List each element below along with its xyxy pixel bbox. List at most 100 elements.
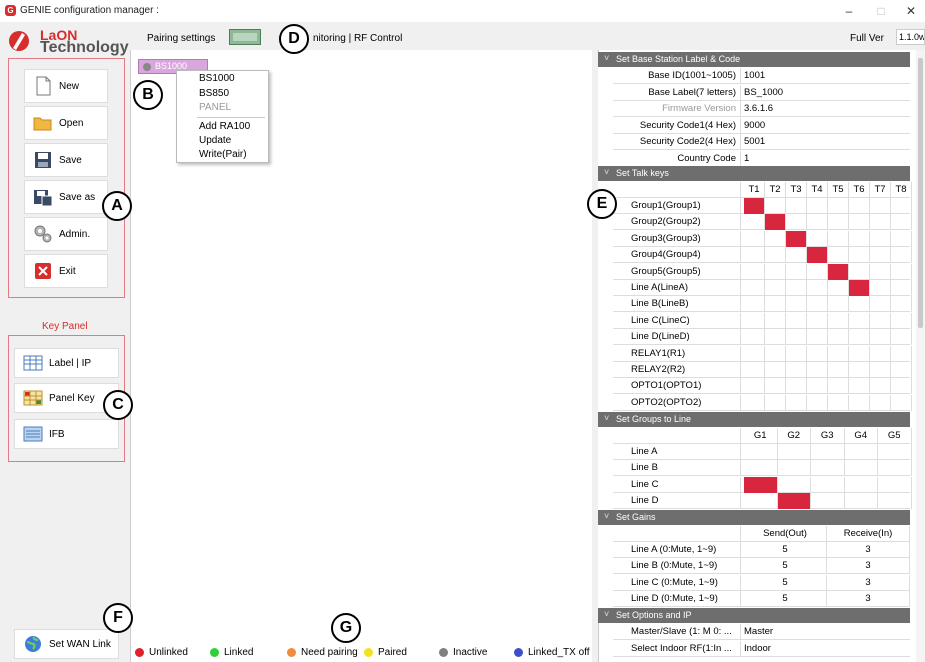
label-ip-button[interactable]: Label | IP — [14, 348, 119, 378]
talk-key-cell[interactable] — [870, 345, 891, 362]
maximize-button[interactable]: □ — [868, 3, 894, 19]
talk-key-cell[interactable] — [786, 362, 807, 378]
talk-key-cell[interactable] — [765, 263, 786, 280]
talk-key-cell[interactable] — [849, 312, 870, 329]
base-row-value[interactable]: 1 — [744, 151, 749, 167]
talk-key-cell[interactable] — [891, 312, 912, 329]
talk-key-cell[interactable] — [870, 214, 891, 231]
talk-key-cell[interactable] — [849, 345, 870, 362]
group-cell[interactable] — [811, 493, 845, 510]
talk-key-cell[interactable] — [828, 198, 849, 214]
talk-key-cell[interactable] — [870, 198, 891, 214]
talk-key-cell[interactable] — [765, 394, 786, 411]
talk-key-cell[interactable] — [870, 263, 891, 280]
talk-key-cell[interactable] — [870, 378, 891, 395]
talk-key-cell[interactable] — [891, 198, 912, 214]
talk-key-cell[interactable] — [849, 362, 870, 378]
talk-key-cell[interactable] — [744, 394, 765, 411]
talk-key-cell[interactable] — [765, 247, 786, 264]
talk-key-cell[interactable] — [828, 296, 849, 313]
talk-key-cell[interactable] — [807, 263, 828, 280]
talk-key-cell[interactable] — [849, 378, 870, 395]
group-cell[interactable] — [744, 460, 778, 477]
section-gains[interactable]: Set Gains — [598, 509, 910, 525]
talk-key-cell[interactable] — [891, 247, 912, 264]
set-wan-link-button[interactable]: Set WAN Link — [14, 629, 119, 659]
save-button[interactable]: Save — [24, 143, 108, 177]
admin-button[interactable]: Admin. — [24, 217, 108, 251]
talk-key-cell[interactable] — [744, 263, 765, 280]
talk-key-cell[interactable] — [744, 214, 765, 231]
gain-receive-value[interactable]: 3 — [827, 574, 910, 591]
section-base-station[interactable]: Set Base Station Label & Code — [598, 51, 910, 67]
talk-key-cell[interactable] — [807, 378, 828, 395]
talk-key-cell[interactable] — [807, 362, 828, 378]
menu-item-bs1000[interactable]: BS1000 — [199, 73, 235, 84]
group-cell[interactable] — [878, 493, 912, 510]
talk-key-cell[interactable] — [807, 280, 828, 296]
ifb-button[interactable]: IFB — [14, 419, 119, 449]
talk-key-cell[interactable] — [786, 214, 807, 231]
group-cell[interactable] — [778, 476, 811, 493]
talk-key-cell[interactable] — [891, 230, 912, 247]
talk-key-cell[interactable] — [744, 230, 765, 247]
talk-key-cell[interactable] — [849, 329, 870, 346]
talk-key-cell[interactable] — [828, 378, 849, 395]
new-button[interactable]: New — [24, 69, 108, 103]
group-cell[interactable] — [878, 444, 912, 460]
version-field[interactable]: 1.1.0w — [896, 29, 925, 45]
section-talk-keys[interactable]: Set Talk keys — [598, 165, 910, 181]
talk-key-cell[interactable] — [786, 312, 807, 329]
group-cell[interactable] — [744, 493, 778, 510]
gain-receive-value[interactable]: 3 — [827, 542, 910, 558]
gain-receive-value[interactable]: 3 — [827, 591, 910, 608]
talk-key-cell[interactable] — [786, 263, 807, 280]
talk-key-cell[interactable] — [744, 345, 765, 362]
base-row-value[interactable]: 9000 — [744, 118, 765, 134]
group-cell[interactable] — [811, 444, 845, 460]
talk-key-cell[interactable] — [786, 198, 807, 214]
talk-key-cell[interactable] — [849, 230, 870, 247]
talk-key-cell[interactable] — [765, 345, 786, 362]
talk-key-cell[interactable] — [870, 247, 891, 264]
group-cell[interactable] — [845, 460, 878, 477]
talk-key-cell[interactable] — [786, 378, 807, 395]
talk-key-cell[interactable] — [870, 362, 891, 378]
group-cell[interactable] — [777, 493, 811, 510]
exit-button[interactable]: Exit — [24, 254, 108, 288]
talk-key-cell[interactable] — [870, 296, 891, 313]
talk-key-cell[interactable] — [765, 296, 786, 313]
talk-key-cell[interactable] — [786, 345, 807, 362]
talk-key-cell[interactable] — [891, 362, 912, 378]
group-cell[interactable] — [845, 476, 878, 493]
talk-key-cell[interactable] — [786, 329, 807, 346]
talk-key-cell[interactable] — [765, 198, 786, 214]
menu-item-bs850[interactable]: BS850 — [199, 88, 229, 99]
save-as-button[interactable]: Save as — [24, 180, 108, 214]
talk-key-cell[interactable] — [849, 296, 870, 313]
talk-key-cell[interactable] — [828, 280, 849, 296]
talk-key-cell[interactable] — [891, 378, 912, 395]
talk-key-cell[interactable] — [807, 329, 828, 346]
gain-receive-value[interactable]: 3 — [827, 558, 910, 575]
talk-key-cell[interactable] — [828, 247, 849, 264]
talk-key-cell[interactable] — [828, 329, 849, 346]
scrollbar-thumb[interactable] — [918, 58, 923, 328]
talk-key-cell[interactable] — [744, 280, 765, 296]
talk-key-cell[interactable] — [870, 312, 891, 329]
talk-key-cell[interactable] — [765, 362, 786, 378]
talk-key-cell[interactable] — [870, 329, 891, 346]
talk-key-cell[interactable] — [870, 280, 891, 296]
talk-key-cell[interactable] — [891, 296, 912, 313]
talk-key-cell[interactable] — [765, 312, 786, 329]
talk-key-cell[interactable] — [891, 263, 912, 280]
talk-key-cell[interactable] — [765, 329, 786, 346]
section-options-ip[interactable]: Set Options and IP — [598, 607, 910, 623]
talk-key-cell[interactable] — [828, 263, 849, 280]
group-cell[interactable] — [845, 444, 878, 460]
group-cell[interactable] — [744, 444, 778, 460]
monitoring-rf-control-menu[interactable]: nitoring | RF Control — [313, 33, 402, 44]
gain-send-value[interactable]: 5 — [744, 542, 827, 558]
group-cell[interactable] — [811, 460, 845, 477]
open-button[interactable]: Open — [24, 106, 108, 140]
